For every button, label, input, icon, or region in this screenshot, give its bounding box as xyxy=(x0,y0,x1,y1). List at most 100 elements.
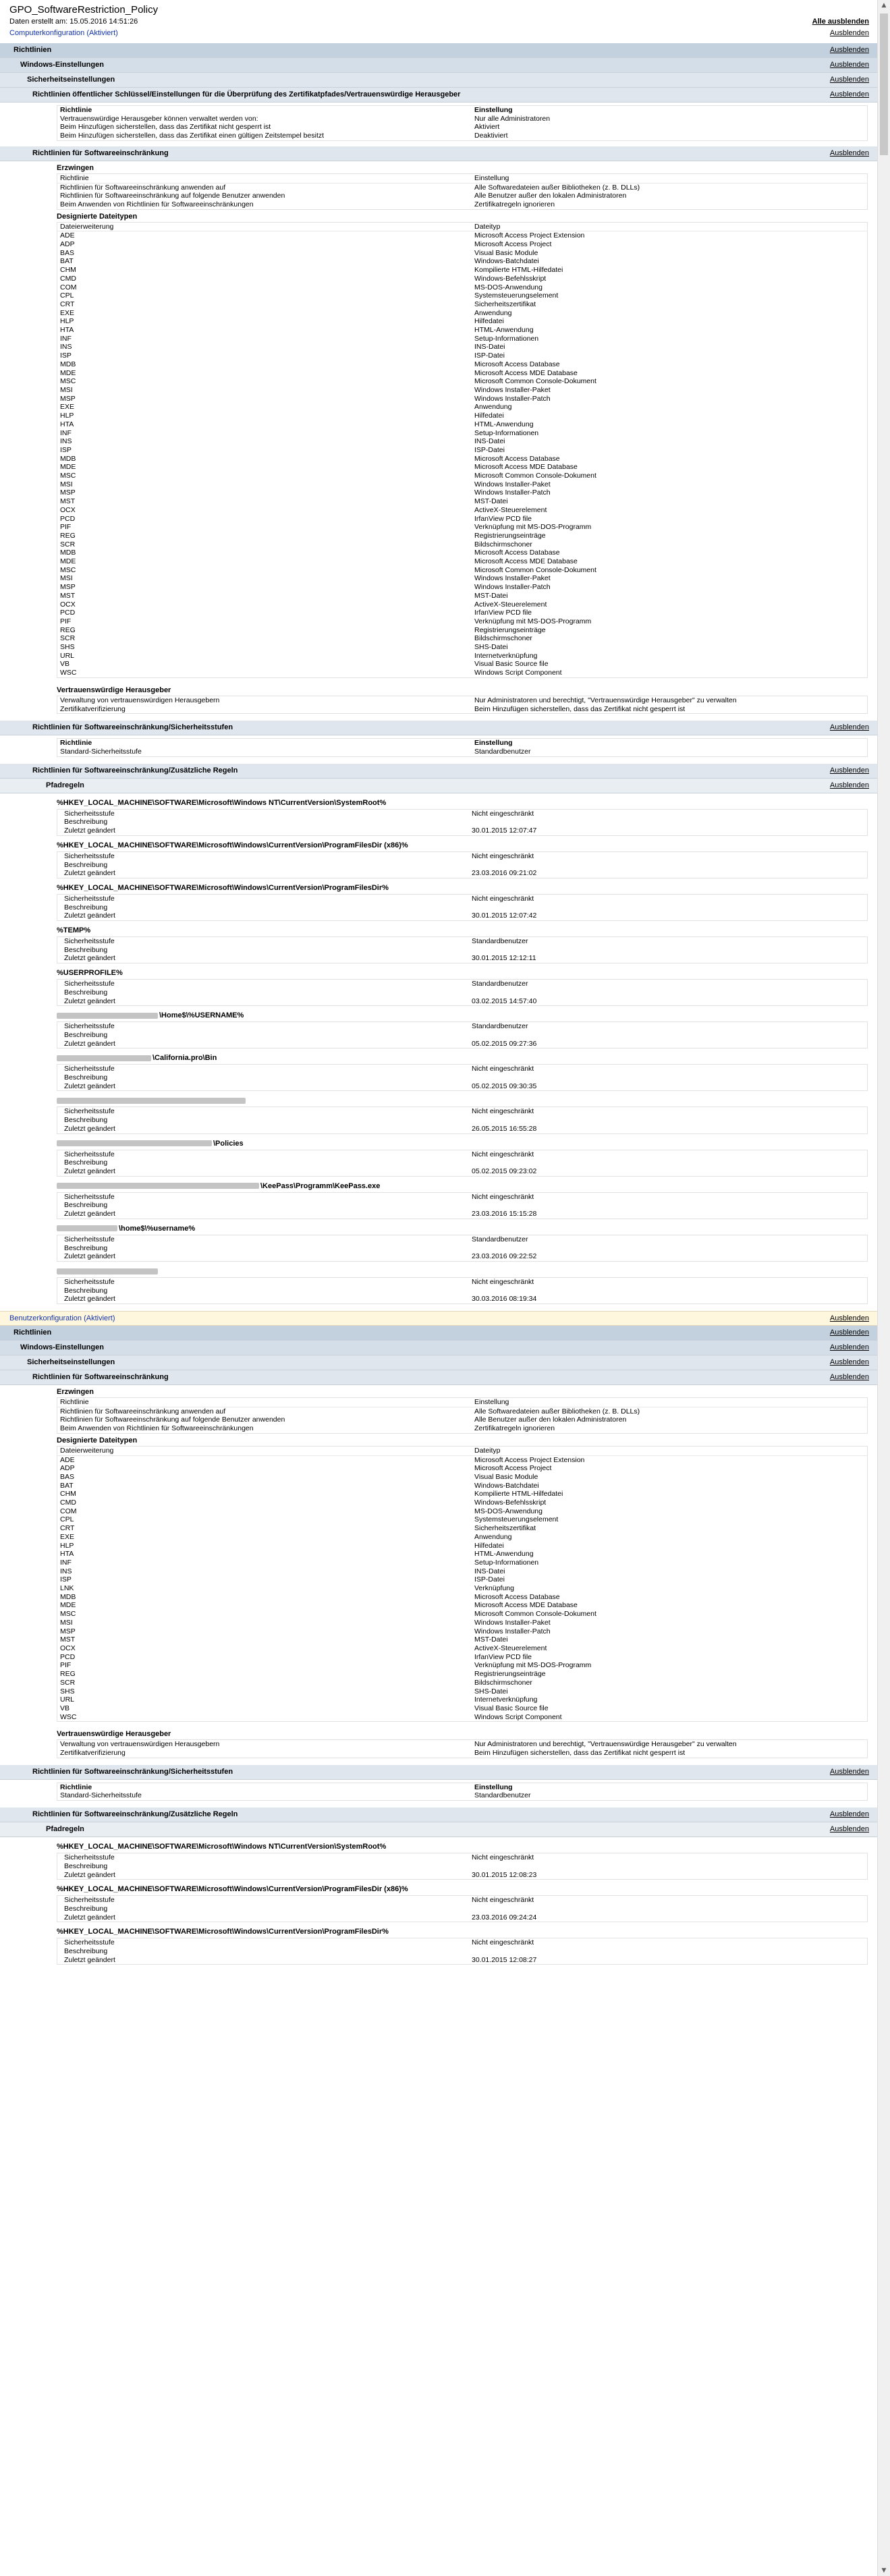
cell-key: MDB xyxy=(60,360,76,368)
cell-value: Nicht eingeschränkt xyxy=(472,1938,534,1947)
dateitypen-table-row: SCR Bildschirmschoner xyxy=(57,1679,868,1687)
cell-value: Dateityp xyxy=(472,1446,868,1456)
bar-zusaetzliche-regeln: Richtlinien für Softwareeinschränkung/Zu… xyxy=(0,1808,877,1823)
path-rule-title xyxy=(0,1262,877,1277)
user-config-title[interactable]: Benutzerkonfiguration (Aktiviert) xyxy=(9,1314,115,1322)
bar-zusaetzliche-regeln-hide-link[interactable]: Ausblenden xyxy=(830,1810,869,1818)
cell-key: Vertrauenswürdige Herausgeber können ver… xyxy=(60,114,258,123)
herausgeber-table-row: Zertifikatverifizierung Beim Hinzufügen s… xyxy=(57,1749,868,1758)
computer-config-hide-link[interactable]: Ausblenden xyxy=(830,29,869,37)
bar-srp: Richtlinien für Softwareeinschränkung Aus… xyxy=(0,1370,877,1386)
scroll-thumb[interactable] xyxy=(880,13,888,155)
cell-key: MDE xyxy=(60,463,76,472)
user-config-hide-link[interactable]: Ausblenden xyxy=(830,1314,869,1322)
scroll-up-icon[interactable]: ▲ xyxy=(878,0,890,11)
cell-value: Microsoft Access MDE Database xyxy=(474,463,578,472)
dateitypen-table-row: COM MS-DOS-Anwendung xyxy=(57,1507,868,1516)
bar-zusaetzliche-regeln-title[interactable]: Richtlinien für Softwareeinschränkung/Zu… xyxy=(32,766,238,775)
path-rule-row: Sicherheitsstufe Nicht eingeschränkt xyxy=(57,1277,868,1286)
bar-sicherheitsstufen-hide-link[interactable]: Ausblenden xyxy=(830,1768,869,1776)
bar-windows-einstellungen-title[interactable]: Windows-Einstellungen xyxy=(20,61,104,69)
cell-key: HTA xyxy=(60,326,74,335)
creation-date: Daten erstellt am: 15.05.2016 14:51:26 xyxy=(9,18,138,26)
bar-sicherheitseinstellungen-hide-link[interactable]: Ausblenden xyxy=(830,76,869,84)
bar-srp-hide-link[interactable]: Ausblenden xyxy=(830,1373,869,1381)
cell-key: Richtlinien für Softwareeinschränkung an… xyxy=(60,183,226,192)
cell-key: VB xyxy=(60,660,70,669)
user-bar-richtlinien-hide-link[interactable]: Ausblenden xyxy=(830,1328,869,1337)
bar-zusaetzliche-regeln-hide-link[interactable]: Ausblenden xyxy=(830,766,869,775)
cell-key: Zuletzt geändert xyxy=(64,1870,115,1879)
dateitypen-table-row: REG Registrierungseinträge xyxy=(57,1670,868,1679)
dateitypen-table-row: LNK Verknüpfung xyxy=(57,1584,868,1593)
cell-key: MSI xyxy=(60,574,73,583)
bar-windows-einstellungen-hide-link[interactable]: Ausblenden xyxy=(830,61,869,69)
cell-key: CMD xyxy=(60,1499,76,1507)
path-rule-row: Beschreibung xyxy=(57,861,868,870)
cell-value: Nicht eingeschränkt xyxy=(472,809,534,818)
path-rule-path: \California.pro\Bin xyxy=(152,1054,217,1063)
bar-zusaetzliche-regeln-title[interactable]: Richtlinien für Softwareeinschränkung/Zu… xyxy=(32,1810,238,1818)
bar-sicherheitseinstellungen-title[interactable]: Sicherheitseinstellungen xyxy=(27,76,115,84)
bar-sicherheitsstufen: Richtlinien für Softwareeinschränkung/Si… xyxy=(0,1764,877,1780)
cell-value: Sicherheitszertifikat xyxy=(474,300,536,308)
bar-sicherheitsstufen-title[interactable]: Richtlinien für Softwareeinschränkung/Si… xyxy=(32,1768,233,1776)
herausgeber-table: Verwaltung von vertrauenswürdigen Heraus… xyxy=(57,695,868,715)
dateitypen-table-row: MDE Microsoft Access MDE Database xyxy=(57,369,868,378)
bar-sicherheitsstufen-title[interactable]: Richtlinien für Softwareeinschränkung/Si… xyxy=(32,723,233,731)
bar-pfadregeln-hide-link[interactable]: Ausblenden xyxy=(830,781,869,789)
dateitypen-table-row: MDB Microsoft Access Database xyxy=(57,360,868,369)
cell-value: Setup-Informationen xyxy=(474,428,539,437)
pubkey-table-wrap: Richtlinie Einstellung Vertrauenswürdige H… xyxy=(0,105,877,141)
cell-value: Nicht eingeschränkt xyxy=(472,1150,534,1158)
cell-value: Microsoft Access Database xyxy=(474,549,560,557)
cell-value: Windows-Batchdatei xyxy=(474,257,539,266)
herausgeber-table-wrap: Verwaltung von vertrauenswürdigen Heraus… xyxy=(0,1739,877,1758)
computer-config-title[interactable]: Computerkonfiguration (Aktiviert) xyxy=(9,29,118,37)
cell-value: Nicht eingeschränkt xyxy=(472,1107,534,1116)
path-rule-title: %HKEY_LOCAL_MACHINE\SOFTWARE\Microsoft\W… xyxy=(0,878,877,894)
scroll-down-icon[interactable]: ▼ xyxy=(878,2565,890,2576)
cell-value: Anwendung xyxy=(474,308,512,317)
bar-pfadregeln-title[interactable]: Pfadregeln xyxy=(46,1825,84,1833)
bar-srp-hide-link[interactable]: Ausblenden xyxy=(830,149,869,157)
user-bar-richtlinien-title[interactable]: Richtlinien xyxy=(13,1328,51,1337)
dateitypen-table-row: HLP Hilfedatei xyxy=(57,317,868,326)
cell-value: 30.01.2015 12:08:23 xyxy=(472,1870,537,1879)
bar-pfadregeln-hide-link[interactable]: Ausblenden xyxy=(830,1825,869,1833)
cell-value xyxy=(469,1905,868,1913)
cell-key: Richtlinie xyxy=(60,739,92,748)
user-bar-sicherheitseinstellungen-title[interactable]: Sicherheitseinstellungen xyxy=(27,1358,115,1366)
cell-value: Microsoft Access Project Extension xyxy=(474,1455,585,1464)
bar-srp-title[interactable]: Richtlinien für Softwareeinschränkung xyxy=(32,149,169,157)
bar-public-key-title[interactable]: Richtlinien öffentlicher Schlüssel/Einst… xyxy=(32,90,460,99)
dateitypen-table-row: MST MST-Datei xyxy=(57,1635,868,1644)
cell-value: Nicht eingeschränkt xyxy=(472,894,534,903)
path-rule-row: Beschreibung xyxy=(57,1031,868,1040)
cell-value: 23.03.2016 09:22:52 xyxy=(472,1252,537,1261)
cell-key: Zuletzt geändert xyxy=(64,912,115,920)
cell-key: Standard-Sicherheitsstufe xyxy=(60,1791,142,1800)
bar-sicherheitsstufen-hide-link[interactable]: Ausblenden xyxy=(830,723,869,731)
user-bar-sicherheitseinstellungen-hide-link[interactable]: Ausblenden xyxy=(830,1358,869,1366)
hide-all-link[interactable]: Alle ausblenden xyxy=(812,18,869,26)
user-bar-windows-einstellungen-hide-link[interactable]: Ausblenden xyxy=(830,1343,869,1351)
erzwingen-table-row: Richtlinie Einstellung xyxy=(57,173,868,184)
bar-pfadregeln-title[interactable]: Pfadregeln xyxy=(46,781,84,789)
bar-richtlinien-title[interactable]: Richtlinien xyxy=(13,46,51,54)
dateitypen-table-row: HLP Hilfedatei xyxy=(57,1542,868,1550)
cell-key: Beschreibung xyxy=(64,945,108,954)
bar-richtlinien-hide-link[interactable]: Ausblenden xyxy=(830,46,869,54)
cell-value: Einstellung xyxy=(474,1783,513,1791)
dateitypen-table-row: PIF Verknüpfung mit MS-DOS-Programm xyxy=(57,1661,868,1670)
user-bar-windows-einstellungen-title[interactable]: Windows-Einstellungen xyxy=(20,1343,104,1351)
path-rule-row: Sicherheitsstufe Nicht eingeschränkt xyxy=(57,1065,868,1073)
cell-value: Bildschirmschoner xyxy=(474,540,532,549)
cell-key: Verwaltung von vertrauenswürdigen Heraus… xyxy=(60,696,220,704)
cell-key: OCX xyxy=(60,505,76,514)
bar-srp-title[interactable]: Richtlinien für Softwareeinschränkung xyxy=(32,1373,169,1381)
bar-public-key-hide-link[interactable]: Ausblenden xyxy=(830,90,869,99)
erzwingen-table: Richtlinie Einstellung Richtlinien für Sof… xyxy=(57,1397,868,1434)
vertical-scrollbar[interactable]: ▲ ▼ xyxy=(877,0,890,2576)
